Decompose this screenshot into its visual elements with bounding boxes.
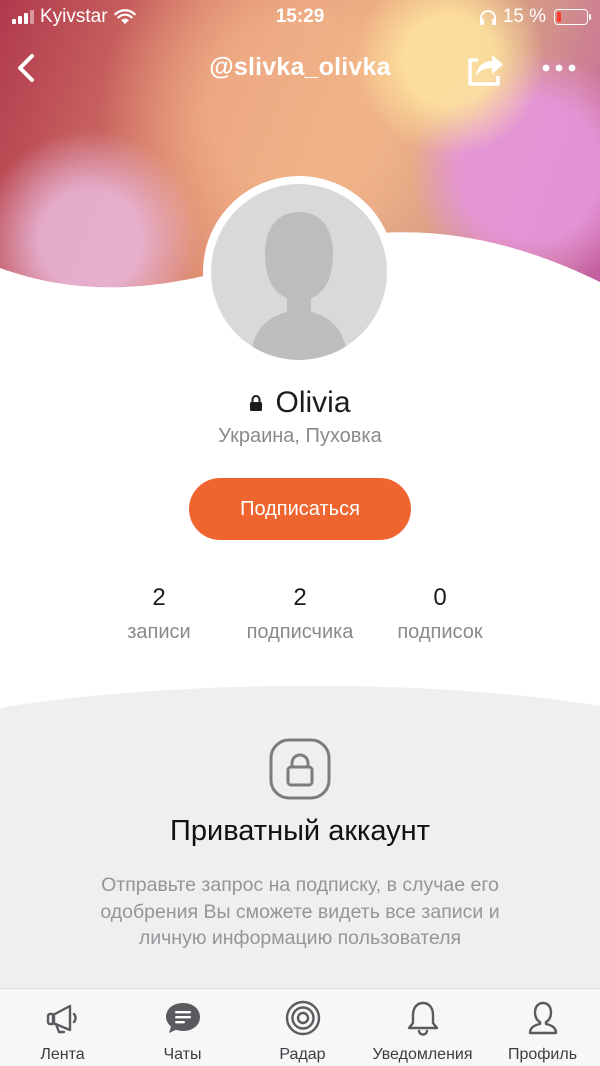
share-button[interactable] (462, 46, 508, 90)
stat-followers-label: подписчика (246, 621, 354, 643)
stat-followers[interactable]: 2 подписчика (220, 584, 380, 644)
stat-following-value: 0 (433, 584, 447, 611)
more-button[interactable] (538, 46, 580, 90)
more-icon (542, 64, 576, 72)
status-bar: Kyivstar 15:29 15 % (0, 0, 600, 34)
tab-radar-label: Радар (279, 1046, 326, 1063)
chat-bubble-icon (165, 1003, 200, 1033)
avatar[interactable] (203, 176, 395, 368)
tab-notifications-label: Уведомления (372, 1046, 473, 1063)
megaphone-icon (46, 1004, 77, 1034)
private-account-title: Приватный аккаунт (170, 815, 430, 847)
profile-name-row: Olivia (0, 386, 600, 420)
radar-icon (285, 1000, 320, 1036)
stat-posts-label: записи (127, 621, 191, 643)
avatar-placeholder-icon (251, 212, 347, 360)
tab-feed-label: Лента (40, 1046, 85, 1063)
tab-profile[interactable]: Профиль (480, 989, 600, 1066)
profile-username: @slivka_olivka (209, 53, 391, 81)
profile-location: Украина, Пуховка (218, 425, 382, 447)
subscribe-button[interactable]: Подписаться (189, 478, 411, 540)
lock-icon (250, 395, 263, 411)
battery-icon (554, 9, 591, 25)
tab-radar[interactable]: Радар (240, 989, 365, 1066)
stat-following-label: подписок (397, 621, 483, 643)
private-lock-icon (269, 738, 331, 800)
profile-name: Olivia (275, 386, 351, 419)
bell-icon (407, 1001, 438, 1036)
headphones-icon (479, 10, 496, 25)
tab-chats-label: Чаты (163, 1046, 202, 1063)
nav-bar: @slivka_olivka (0, 40, 600, 96)
person-icon (528, 1001, 557, 1035)
share-icon (468, 55, 503, 86)
stat-following[interactable]: 0 подписок (380, 584, 500, 644)
private-account-description: Отправьте запрос на подписку, в случае е… (100, 874, 500, 949)
tab-bar: Лента Чаты Радар Уведомления Профиль (0, 988, 600, 1066)
battery-percentage: 15 % (502, 6, 546, 27)
stat-followers-value: 2 (293, 584, 307, 611)
tab-profile-label: Профиль (507, 1046, 578, 1063)
battery-level (557, 12, 561, 22)
tab-chats[interactable]: Чаты (120, 989, 245, 1066)
tab-feed[interactable]: Лента (0, 989, 125, 1066)
tab-notifications[interactable]: Уведомления (360, 989, 485, 1066)
stat-posts[interactable]: 2 записи (99, 584, 219, 644)
stat-posts-value: 2 (152, 584, 166, 611)
